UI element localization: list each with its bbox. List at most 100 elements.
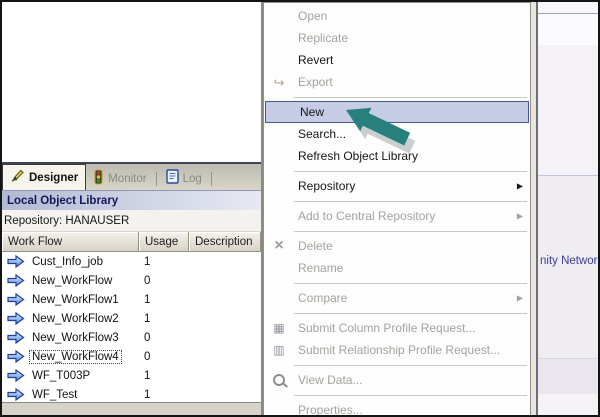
- menu-separator: [264, 167, 530, 175]
- menu-item[interactable]: Properties...: [264, 399, 530, 417]
- menu-item[interactable]: Export: [264, 71, 530, 93]
- menu-item[interactable]: Refresh Object Library: [264, 145, 530, 167]
- menu-item-label: Revert: [298, 53, 333, 67]
- traffic-light-icon: [93, 169, 104, 189]
- workflow-arrow-icon: [7, 350, 25, 363]
- menu-separator: [264, 391, 530, 399]
- menu-item-gutter: [264, 27, 294, 49]
- menu-item-gutter: [266, 102, 296, 122]
- menu-item[interactable]: Compare ▶: [264, 287, 530, 309]
- menu-item-gutter: [264, 71, 294, 93]
- column-header-description[interactable]: Description: [189, 232, 261, 252]
- menu-item[interactable]: Add to Central Repository ▶: [264, 205, 530, 227]
- repository-label: Repository: HANAUSER: [4, 215, 129, 227]
- tab-designer[interactable]: Designer: [2, 164, 86, 190]
- tab-designer-label: Designer: [29, 172, 78, 184]
- workflow-usage: 0: [144, 351, 150, 363]
- object-library-panel: Designer Monitor: [2, 2, 263, 415]
- workflow-name: New_WorkFlow1: [30, 294, 121, 306]
- workflow-table-body: Cust_Info_job 1: [2, 252, 261, 402]
- menu-item-label: Refresh Object Library: [298, 149, 418, 163]
- menu-item[interactable]: Submit Relationship Profile Request...: [264, 339, 530, 361]
- menu-item-gutter: [264, 5, 294, 27]
- relationship-profile-icon: [273, 344, 284, 356]
- menu-separator: [264, 197, 530, 205]
- workflow-usage: 0: [144, 332, 150, 344]
- menu-item-gutter: [264, 369, 294, 391]
- menu-item[interactable]: Replicate: [264, 27, 530, 49]
- workflow-name: Cust_Info_job: [30, 256, 105, 268]
- workflow-arrow-icon: [7, 293, 25, 306]
- menu-item[interactable]: Open: [264, 5, 530, 27]
- table-row[interactable]: New_WorkFlow 0: [2, 271, 261, 290]
- table-row[interactable]: WF_T003P 1: [2, 366, 261, 385]
- export-icon: [274, 76, 285, 89]
- table-row[interactable]: New_WorkFlow2 1: [2, 309, 261, 328]
- table-row[interactable]: Cust_Info_job 1: [2, 252, 261, 271]
- view-data-icon: [273, 374, 285, 386]
- menu-item-gutter: [264, 339, 294, 361]
- menu-item-gutter: [264, 145, 294, 167]
- column-header-usage[interactable]: Usage: [139, 232, 189, 252]
- workflow-arrow-icon: [7, 369, 25, 382]
- menu-item[interactable]: Submit Column Profile Request...: [264, 317, 530, 339]
- workflow-arrow-icon: [7, 388, 25, 401]
- workflow-name: WF_T003P: [30, 370, 92, 382]
- workflow-usage: 1: [144, 389, 150, 401]
- column-header-workflow[interactable]: Work Flow: [2, 232, 139, 252]
- menu-item-label: Add to Central Repository: [298, 209, 435, 223]
- menu-item-gutter: [264, 205, 294, 227]
- workflow-usage: 1: [144, 256, 150, 268]
- table-row[interactable]: New_WorkFlow1 1: [2, 290, 261, 309]
- table-row[interactable]: New_WorkFlow4 0: [2, 347, 261, 366]
- workflow-arrow-icon: [7, 331, 25, 344]
- panel-bottom-strip: [2, 402, 261, 416]
- workflow-usage: 1: [144, 313, 150, 325]
- tab-log[interactable]: Log: [159, 167, 209, 190]
- workflow-usage: 1: [144, 294, 150, 306]
- menu-item[interactable]: New: [265, 101, 529, 123]
- workflow-name: New_WorkFlow2: [30, 313, 121, 325]
- menu-item[interactable]: Rename: [264, 257, 530, 279]
- workflow-arrow-icon: [7, 312, 25, 325]
- background-window: nity Network): [538, 2, 598, 415]
- menu-item[interactable]: Search...: [264, 123, 530, 145]
- menu-item[interactable]: View Data...: [264, 369, 530, 391]
- submenu-arrow-icon: ▶: [517, 294, 523, 303]
- menu-separator: [264, 279, 530, 287]
- workflow-name: New_WorkFlow4: [30, 351, 121, 363]
- menu-separator: [264, 361, 530, 369]
- context-menu: Open Replicate Revert Export New: [263, 2, 531, 415]
- tab-divider: [156, 172, 157, 186]
- menu-item[interactable]: Delete: [264, 235, 530, 257]
- menu-item-gutter: [264, 175, 294, 197]
- menu-separator: [264, 309, 530, 317]
- menu-item-label: Search...: [298, 127, 346, 141]
- tab-divider: [211, 172, 212, 186]
- workflow-name: WF_Test: [30, 389, 79, 401]
- workflow-usage: 0: [144, 275, 150, 287]
- panel-tabbar: Designer Monitor: [2, 164, 261, 190]
- menu-item-label: Delete: [298, 239, 333, 253]
- delete-icon: [274, 238, 283, 254]
- menu-item-label: Rename: [298, 261, 343, 275]
- menu-item[interactable]: Repository ▶: [264, 175, 530, 197]
- menu-item-gutter: [264, 49, 294, 71]
- tab-monitor-label: Monitor: [108, 173, 146, 185]
- designer-workspace: [2, 2, 261, 164]
- table-row[interactable]: New_WorkFlow3 0: [2, 328, 261, 347]
- menu-separator: [264, 93, 530, 101]
- menu-separator: [264, 227, 530, 235]
- menu-item-gutter: [264, 257, 294, 279]
- background-partial-text: nity Network): [540, 255, 600, 267]
- library-title: Local Object Library: [7, 195, 118, 207]
- submenu-arrow-icon: ▶: [517, 182, 523, 191]
- menu-item-gutter: [264, 123, 294, 145]
- workflow-arrow-icon: [7, 274, 25, 287]
- workflow-name: New_WorkFlow: [30, 275, 114, 287]
- menu-item-label: Export: [298, 75, 333, 89]
- tab-monitor[interactable]: Monitor: [86, 167, 153, 190]
- menu-item[interactable]: Revert: [264, 49, 530, 71]
- log-document-icon: [166, 169, 179, 188]
- menu-item-label: View Data...: [298, 373, 362, 387]
